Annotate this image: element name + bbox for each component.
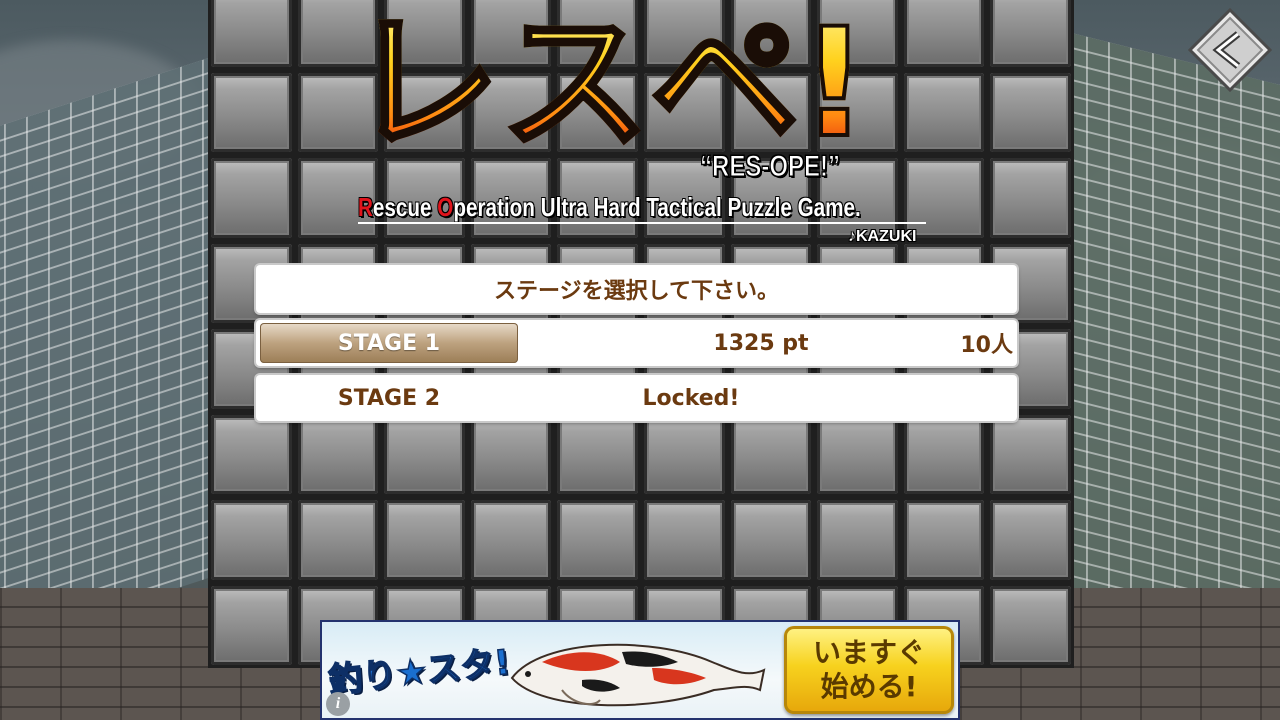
tagline-underline <box>358 222 926 224</box>
tagline-text: peration Ultra Hard Tactical Puzzle Game… <box>453 192 861 222</box>
grid-tile <box>211 72 292 152</box>
grid-tile <box>990 500 1071 580</box>
grid-tile <box>297 414 379 494</box>
grid-tile <box>297 500 379 580</box>
game-screen: レ ス ペ ! “RES-OPE!” Rescue Operation Ultr… <box>0 0 1280 720</box>
grid-tile <box>384 414 465 494</box>
grid-tile <box>903 158 985 238</box>
logo-char: ! <box>798 0 871 171</box>
stage-row-1[interactable]: STAGE 1 1325 pt 10人 <box>256 320 1017 366</box>
grid-tile <box>903 414 985 494</box>
ad-app-logo: 釣り★スタ! <box>326 642 513 702</box>
tagline-text: escue <box>372 192 438 222</box>
game-logo: レ ス ペ ! <box>348 0 930 171</box>
ad-banner[interactable]: 釣り★スタ! いますぐ 始める! i <box>320 620 960 720</box>
grid-tile <box>643 500 725 580</box>
grid-tile <box>211 0 292 67</box>
grid-tile <box>903 500 985 580</box>
grid-tile <box>990 414 1071 494</box>
rescued-count: 10人 <box>960 333 1013 358</box>
grid-tile <box>470 500 552 580</box>
grid-tile <box>817 414 898 494</box>
grid-tile <box>730 414 812 494</box>
logo-tagline: Rescue Operation Ultra Hard Tactical Puz… <box>358 192 861 223</box>
koi-fish-icon <box>510 643 766 707</box>
grid-tile <box>643 414 725 494</box>
stage-label: STAGE 1 <box>337 330 441 356</box>
stage-row-2[interactable]: STAGE 2 Locked! <box>256 375 1017 421</box>
grid-tile <box>817 500 898 580</box>
grid-tile <box>990 72 1071 152</box>
ad-start-now-button[interactable]: いますぐ 始める! <box>784 626 954 714</box>
tagline-r-letter: R <box>358 192 373 222</box>
stage-select-prompt: ステージを選択して下さい。 <box>494 279 779 304</box>
stage-select-header: ステージを選択して下さい。 <box>256 265 1017 313</box>
grid-tile <box>557 500 638 580</box>
stage-status: Locked! <box>642 385 740 411</box>
grid-tile <box>211 585 292 665</box>
back-button[interactable] <box>1187 7 1273 93</box>
logo-char: ス <box>498 0 652 171</box>
stage-label: STAGE 2 <box>337 385 441 411</box>
back-arrow-icon <box>1187 7 1273 93</box>
grid-tile <box>470 414 552 494</box>
logo-subtitle: “RES-OPE!” <box>700 150 841 184</box>
logo-char: レ <box>348 0 502 171</box>
music-credit: ♪KAZUKI <box>848 228 917 245</box>
grid-tile <box>990 585 1071 665</box>
grid-tile <box>211 158 292 238</box>
stage-score: 1325 pt <box>713 330 809 356</box>
info-icon[interactable]: i <box>326 692 350 716</box>
logo-char: ペ <box>648 0 802 171</box>
tagline-o-letter: O <box>437 192 454 222</box>
grid-tile <box>384 500 465 580</box>
grid-tile <box>211 414 292 494</box>
grid-tile <box>730 500 812 580</box>
grid-tile <box>211 500 292 580</box>
grid-tile <box>557 414 638 494</box>
grid-tile <box>990 158 1071 238</box>
grid-tile <box>990 0 1071 67</box>
